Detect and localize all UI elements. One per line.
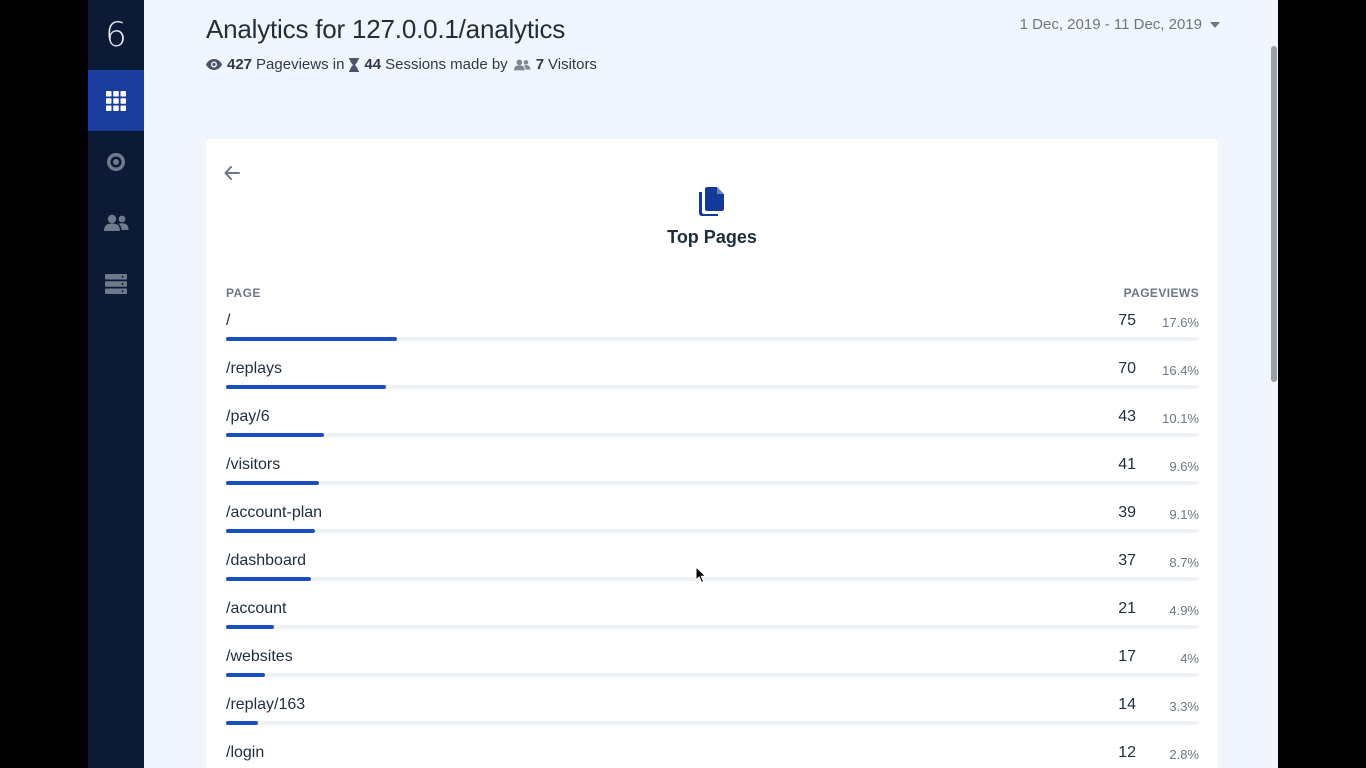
share-bar-fill [226,673,265,677]
share-bar-track [226,721,1199,725]
pageview-count: 37 [1118,552,1136,569]
pages-list: / 75 17.6% /replays 70 16.4% /pay/6 43 10.1% /vis… [226,309,1199,768]
page-title: Analytics for 127.0.0.1/analytics [206,14,566,44]
table-row[interactable]: /websites 17 4% [226,645,1199,693]
grid-icon [106,90,126,111]
card-title: Top Pages [667,227,757,247]
visitors-label: Visitors [548,56,597,73]
page-path: /login [226,744,265,761]
page-path: /websites [226,648,293,665]
page-path: /replays [226,360,283,377]
date-range-label: 1 Dec, 2019 - 11 Dec, 2019 [1019,16,1202,33]
stats-summary: 427 Pageviews in 44 Sessions made by 7 V… [206,56,602,73]
pageview-percent: 4.9% [1169,603,1199,618]
pageview-percent: 9.1% [1169,507,1199,522]
table-row[interactable]: /account 21 4.9% [226,597,1199,645]
share-bar-track [226,433,1199,437]
table-row[interactable]: /pay/6 43 10.1% [226,405,1199,453]
page-path: /replay/163 [226,696,306,713]
share-bar-track [226,385,1199,389]
users-icon [103,214,129,232]
pageview-percent: 3.3% [1169,699,1199,714]
pageview-count: 39 [1118,504,1136,521]
target-icon [106,152,126,172]
share-bar-track [226,529,1199,533]
sessions-label: Sessions made by [385,56,508,73]
page-path: /dashboard [226,552,307,569]
table-row[interactable]: / 75 17.6% [226,309,1199,357]
chevron-down-icon [1210,21,1220,28]
table-row[interactable]: /login 12 2.8% [226,741,1199,768]
sidebar-item-visitors[interactable] [88,192,144,253]
share-bar-fill [226,433,324,437]
share-bar-track [226,673,1199,677]
server-icon [105,273,127,294]
page-path: /account-plan [226,504,323,521]
pageview-count: 21 [1118,600,1136,617]
page-path: / [226,312,231,329]
date-range-picker[interactable]: 1 Dec, 2019 - 11 Dec, 2019 [1020,16,1220,33]
sidebar-item-dashboard[interactable] [88,70,144,131]
copy-pages-icon [696,185,728,222]
share-bar-track [226,481,1199,485]
visitors-count: 7 [535,56,545,73]
share-bar-fill [226,481,319,485]
page-path: /visitors [226,456,281,473]
pageview-count: 12 [1118,744,1136,761]
pageview-count: 70 [1118,360,1136,377]
share-bar-track [226,577,1199,581]
users-icon [513,59,531,71]
pageview-percent: 2.8% [1169,747,1199,762]
share-bar-fill [226,385,386,389]
pageview-percent: 8.7% [1169,555,1199,570]
table-row[interactable]: /dashboard 37 8.7% [226,549,1199,597]
pageview-percent: 17.6% [1162,315,1199,330]
table-row[interactable]: /account-plan 39 9.1% [226,501,1199,549]
share-bar-track [226,625,1199,629]
pageviews-label: Pageviews in [256,56,345,73]
eye-icon [206,59,222,70]
pageview-count: 14 [1118,696,1136,713]
table-row[interactable]: /visitors 41 9.6% [226,453,1199,501]
mouse-cursor-icon [695,565,707,589]
pageview-percent: 9.6% [1169,459,1199,474]
pageview-percent: 16.4% [1162,363,1199,378]
scrollbar-thumb[interactable] [1271,46,1277,382]
sidebar-item-websites[interactable] [88,253,144,314]
column-header-pageviews[interactable]: PAGEVIEWS [1124,286,1199,300]
share-bar-fill [226,625,274,629]
hourglass-icon [349,57,360,72]
share-bar-track [226,337,1199,341]
page-path: /account [226,600,287,617]
column-header-page[interactable]: PAGE [226,286,261,300]
back-arrow-icon[interactable] [224,166,240,185]
sidebar: 6 [88,0,144,768]
pageviews-count: 427 [227,56,253,73]
page-path: /pay/6 [226,408,270,425]
top-pages-card: Top Pages PAGE PAGEVIEWS / 75 17.6% /replay… [206,139,1218,768]
table-row[interactable]: /replay/163 14 3.3% [226,693,1199,741]
pageview-percent: 4% [1180,651,1199,666]
sidebar-item-goals[interactable] [88,131,144,192]
app-logo[interactable]: 6 [88,0,144,70]
pageview-count: 17 [1118,648,1136,665]
sessions-count: 44 [364,56,382,73]
pageview-count: 41 [1118,456,1136,473]
share-bar-fill [226,529,315,533]
share-bar-fill [226,577,311,581]
pageview-count: 43 [1118,408,1136,425]
pageview-count: 75 [1118,312,1136,329]
screen-border [1278,0,1366,768]
share-bar-fill [226,337,397,341]
table-row[interactable]: /replays 70 16.4% [226,357,1199,405]
pageview-percent: 10.1% [1162,411,1199,426]
main-content: Analytics for 127.0.0.1/analytics 427 Pa… [144,0,1278,768]
share-bar-fill [226,721,258,725]
